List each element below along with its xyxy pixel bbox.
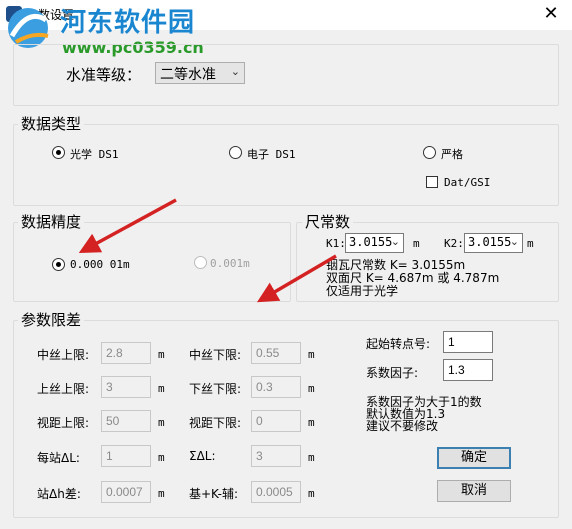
mid-upper-unit: m	[158, 348, 165, 361]
station-dl-label: 每站ΔL:	[37, 451, 80, 465]
k2-select[interactable]: 3.0155 ⌄	[464, 233, 523, 253]
mid-lower-field[interactable]: 0.55	[251, 342, 301, 364]
chevron-down-icon: ⌄	[509, 235, 519, 248]
radio-precision-0-00001-label: 0.000 01m	[70, 258, 130, 271]
level-select[interactable]: 二等水准 ⌄	[155, 62, 245, 84]
limits-title: 参数限差	[18, 309, 85, 330]
radio-strict[interactable]	[423, 146, 436, 159]
station-dl-unit: m	[158, 451, 165, 464]
cancel-button[interactable]: 取消	[437, 480, 511, 502]
dat-gsi-checkbox[interactable]	[426, 176, 438, 188]
k2-unit: m	[527, 237, 534, 250]
lower-wire-label: 下丝下限:	[189, 382, 242, 396]
level-value: 二等水准	[160, 67, 216, 83]
mid-lower-unit: m	[308, 348, 315, 361]
radio-precision-0-00001[interactable]	[52, 258, 65, 271]
factor-field[interactable]: 1.3	[443, 359, 493, 381]
factor-note-line3: 建议不要修改	[366, 419, 439, 433]
base-aux-field[interactable]: 0.0005	[251, 481, 301, 503]
data-type-group	[13, 124, 559, 206]
mid-upper-field[interactable]: 2.8	[101, 342, 151, 364]
station-dh-field[interactable]: 0.0007	[101, 481, 151, 503]
radio-electronic-ds1-label: 电子 DS1	[247, 148, 296, 161]
precision-title: 数据精度	[18, 211, 85, 232]
radio-electronic-ds1[interactable]	[229, 146, 242, 159]
start-point-label: 起始转点号:	[366, 337, 431, 351]
mid-upper-label: 中丝上限:	[37, 348, 90, 362]
station-dl-field[interactable]: 1	[101, 445, 151, 467]
upper-wire-unit: m	[158, 382, 165, 395]
sight-upper-field[interactable]: 50	[101, 410, 151, 432]
base-aux-unit: m	[308, 487, 315, 500]
radio-precision-0-001-label: 0.001m	[210, 257, 250, 270]
radio-optical-ds1[interactable]	[52, 146, 65, 159]
k1-value: 3.0155	[349, 235, 393, 249]
sum-dl-unit: m	[308, 451, 315, 464]
watermark-name: 河东软件园	[60, 8, 196, 38]
dat-gsi-label: Dat/GSI	[444, 176, 491, 189]
sight-upper-unit: m	[158, 416, 165, 429]
k1-label: K1:	[326, 237, 346, 250]
data-type-title: 数据类型	[18, 113, 85, 134]
radio-optical-ds1-label: 光学 DS1	[70, 148, 119, 161]
close-button[interactable]: ✕	[538, 2, 564, 26]
upper-wire-label: 上丝上限:	[37, 382, 90, 396]
base-aux-label: 基+K-辅:	[189, 487, 239, 501]
station-dh-unit: m	[158, 487, 165, 500]
level-label: 水准等级：	[66, 66, 142, 84]
station-dh-label: 站Δh差:	[37, 487, 81, 501]
chevron-down-icon: ⌄	[390, 235, 400, 248]
start-point-field[interactable]: 1	[443, 331, 493, 353]
upper-wire-field[interactable]: 3	[101, 376, 151, 398]
lower-wire-field[interactable]: 0.3	[251, 376, 301, 398]
sum-dl-label: ΣΔL:	[189, 449, 216, 463]
k2-value: 3.0155	[468, 235, 512, 249]
mid-lower-label: 中丝下限:	[189, 348, 242, 362]
staff-constant-title: 尺常数	[302, 211, 354, 232]
sight-upper-label: 视距上限:	[37, 416, 90, 430]
staff-info-line3: 仅适用于光学	[326, 284, 399, 298]
ok-button[interactable]: 确定	[437, 447, 511, 469]
radio-strict-label: 严格	[441, 148, 463, 161]
factor-label: 系数因子:	[366, 366, 419, 380]
sight-lower-field[interactable]: 0	[251, 410, 301, 432]
lower-wire-unit: m	[308, 382, 315, 395]
sum-dl-field[interactable]: 3	[251, 445, 301, 467]
k2-label: K2:	[444, 237, 464, 250]
sight-lower-unit: m	[308, 416, 315, 429]
k1-select[interactable]: 3.0155 ⌄	[345, 233, 404, 253]
k1-unit: m	[413, 237, 420, 250]
chevron-down-icon: ⌄	[230, 65, 240, 78]
sight-lower-label: 视距下限:	[189, 416, 242, 430]
radio-precision-0-001[interactable]	[194, 256, 207, 269]
